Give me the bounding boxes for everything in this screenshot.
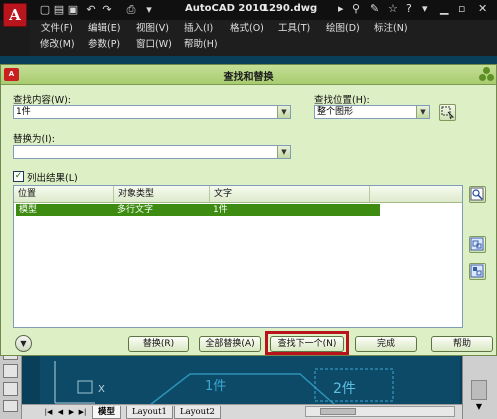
find-what-label: 查找内容(W): bbox=[13, 95, 72, 106]
find-what-combo[interactable]: 1件 ▼ bbox=[13, 105, 291, 119]
hatch-tool-icon[interactable] bbox=[3, 382, 18, 396]
tab-layout2[interactable]: Layout2 bbox=[174, 406, 221, 419]
app-title: AutoCAD 2010 bbox=[185, 3, 267, 14]
find-what-value[interactable]: 1件 bbox=[16, 107, 31, 118]
select-objects-icon bbox=[441, 106, 455, 120]
find-where-value: 整个图形 bbox=[317, 107, 354, 117]
selection-set-highlighted-icon bbox=[470, 264, 484, 278]
create-selection-set-all-button[interactable] bbox=[469, 236, 486, 253]
menu-help[interactable]: 帮助(H) bbox=[184, 39, 218, 51]
save-icon[interactable]: ▣ bbox=[66, 3, 80, 16]
app-titlebar: A ▢ ▤ ▣ ↶ ↷ ⎙ ▾ AutoCAD 2010 1290.dwg ▸ … bbox=[0, 0, 497, 27]
menu-parametric[interactable]: 参数(P) bbox=[88, 39, 120, 51]
menu-tools[interactable]: 工具(T) bbox=[278, 23, 310, 35]
menu-dimension[interactable]: 标注(N) bbox=[374, 23, 408, 35]
selection-set-icon bbox=[470, 237, 484, 251]
menu-edit[interactable]: 编辑(E) bbox=[88, 23, 120, 35]
menu-insert[interactable]: 插入(I) bbox=[184, 23, 213, 35]
zoom-to-highlighted-button[interactable] bbox=[469, 186, 486, 203]
find-next-highlight-box bbox=[265, 331, 349, 355]
print-icon[interactable]: ⎙ bbox=[124, 3, 138, 16]
results-header: 位置 对象类型 文字 bbox=[14, 186, 462, 203]
prev-tab-icon[interactable]: ◀ bbox=[56, 407, 65, 417]
binoculars-icon[interactable]: ⚲ bbox=[352, 2, 360, 15]
undo-icon[interactable]: ↶ bbox=[84, 3, 98, 16]
redo-icon[interactable]: ↷ bbox=[100, 3, 114, 16]
list-results-checkbox[interactable]: ✓ bbox=[13, 171, 24, 182]
help-icon[interactable]: ? bbox=[406, 2, 412, 15]
dialog-titlebar[interactable]: A 查找和替换 bbox=[1, 65, 496, 85]
chevron-down-icon[interactable]: ▼ bbox=[277, 106, 290, 118]
chevron-down-icon[interactable]: ▼ bbox=[277, 146, 290, 158]
list-results-label: 列出结果(L) bbox=[27, 173, 78, 184]
find-where-select[interactable]: 整个图形 ▼ bbox=[314, 105, 430, 119]
autocad-logo-icon[interactable]: A bbox=[3, 3, 27, 27]
cell-location: 模型 bbox=[19, 205, 38, 215]
star-icon[interactable]: ☆ bbox=[388, 2, 398, 15]
expand-options-button[interactable]: ▼ bbox=[15, 335, 32, 352]
results-list[interactable]: 位置 对象类型 文字 模型 多行文字 1件 bbox=[13, 185, 463, 328]
circle-tool-icon[interactable] bbox=[3, 364, 18, 378]
chevron-down-icon: ▼ bbox=[20, 339, 27, 348]
column-header-text[interactable]: 文字 bbox=[210, 186, 370, 202]
replace-with-label: 替换为(I): bbox=[13, 134, 55, 145]
menu-bar: 文件(F) 编辑(E) 视图(V) 插入(I) 格式(O) 工具(T) 绘图(D… bbox=[30, 20, 497, 56]
zoom-icon bbox=[470, 187, 484, 201]
menu-file[interactable]: 文件(F) bbox=[41, 23, 73, 35]
x-axis-label: X bbox=[98, 384, 105, 395]
menu-draw[interactable]: 绘图(D) bbox=[326, 23, 360, 35]
dropdown-arrow-icon[interactable]: ▾ bbox=[422, 2, 428, 15]
menu-modify[interactable]: 修改(M) bbox=[40, 39, 75, 51]
search-icon[interactable]: ▸ bbox=[338, 2, 344, 15]
replace-with-combo[interactable]: ▼ bbox=[13, 145, 291, 159]
column-header-object-type[interactable]: 对象类型 bbox=[114, 186, 210, 202]
done-button[interactable]: 完成 bbox=[355, 336, 417, 352]
find-where-label: 查找位置(H): bbox=[314, 95, 370, 106]
dropdown-arrow-icon[interactable]: ▾ bbox=[142, 3, 156, 16]
restore-icon[interactable]: ▫ bbox=[458, 2, 465, 15]
new-file-icon[interactable]: ▢ bbox=[38, 3, 52, 16]
help-button[interactable]: 帮助 bbox=[431, 336, 493, 352]
first-tab-icon[interactable]: |◀ bbox=[44, 407, 53, 417]
replace-all-button[interactable]: 全部替换(A) bbox=[199, 336, 261, 352]
hscroll-thumb[interactable] bbox=[320, 408, 356, 415]
column-header-location[interactable]: 位置 bbox=[14, 186, 114, 202]
create-selection-set-highlighted-button[interactable] bbox=[469, 263, 486, 280]
menu-format[interactable]: 格式(O) bbox=[230, 23, 264, 35]
next-tab-icon[interactable]: ▶ bbox=[67, 407, 76, 417]
last-tab-icon[interactable]: ▶| bbox=[78, 407, 87, 417]
select-objects-button[interactable] bbox=[439, 104, 456, 121]
dialog-title: 查找和替换 bbox=[223, 72, 274, 83]
menu-view[interactable]: 视图(V) bbox=[136, 23, 169, 35]
wrench-icon[interactable]: ✎ bbox=[370, 2, 379, 15]
menu-window[interactable]: 窗口(W) bbox=[136, 39, 172, 51]
replace-button[interactable]: 替换(R) bbox=[128, 336, 189, 352]
cell-object-type: 多行文字 bbox=[117, 205, 154, 215]
scroll-down-icon[interactable]: ▼ bbox=[473, 402, 485, 412]
scroll-thumb[interactable] bbox=[471, 380, 487, 400]
clover-icon bbox=[479, 67, 495, 83]
cell-text: 1件 bbox=[213, 205, 228, 215]
text-tool-icon[interactable] bbox=[3, 400, 18, 412]
tab-model[interactable]: 模型 bbox=[92, 406, 122, 419]
canvas-text-2: 2件 bbox=[333, 381, 356, 397]
chevron-down-icon[interactable]: ▼ bbox=[416, 106, 429, 118]
table-row[interactable]: 模型 多行文字 1件 bbox=[16, 204, 380, 216]
find-replace-dialog: A 查找和替换 查找内容(W): 1件 ▼ 查找位置(H): 整个图形 ▼ 替换… bbox=[0, 64, 497, 356]
file-name: 1290.dwg bbox=[262, 3, 318, 14]
horizontal-scrollbar[interactable] bbox=[305, 406, 455, 417]
canvas-text-1: 1件 bbox=[205, 379, 227, 394]
minimize-icon[interactable]: ▁ bbox=[440, 2, 448, 15]
tab-layout1[interactable]: Layout1 bbox=[126, 406, 173, 419]
open-file-icon[interactable]: ▤ bbox=[52, 3, 66, 16]
close-icon[interactable]: ✕ bbox=[478, 2, 487, 15]
